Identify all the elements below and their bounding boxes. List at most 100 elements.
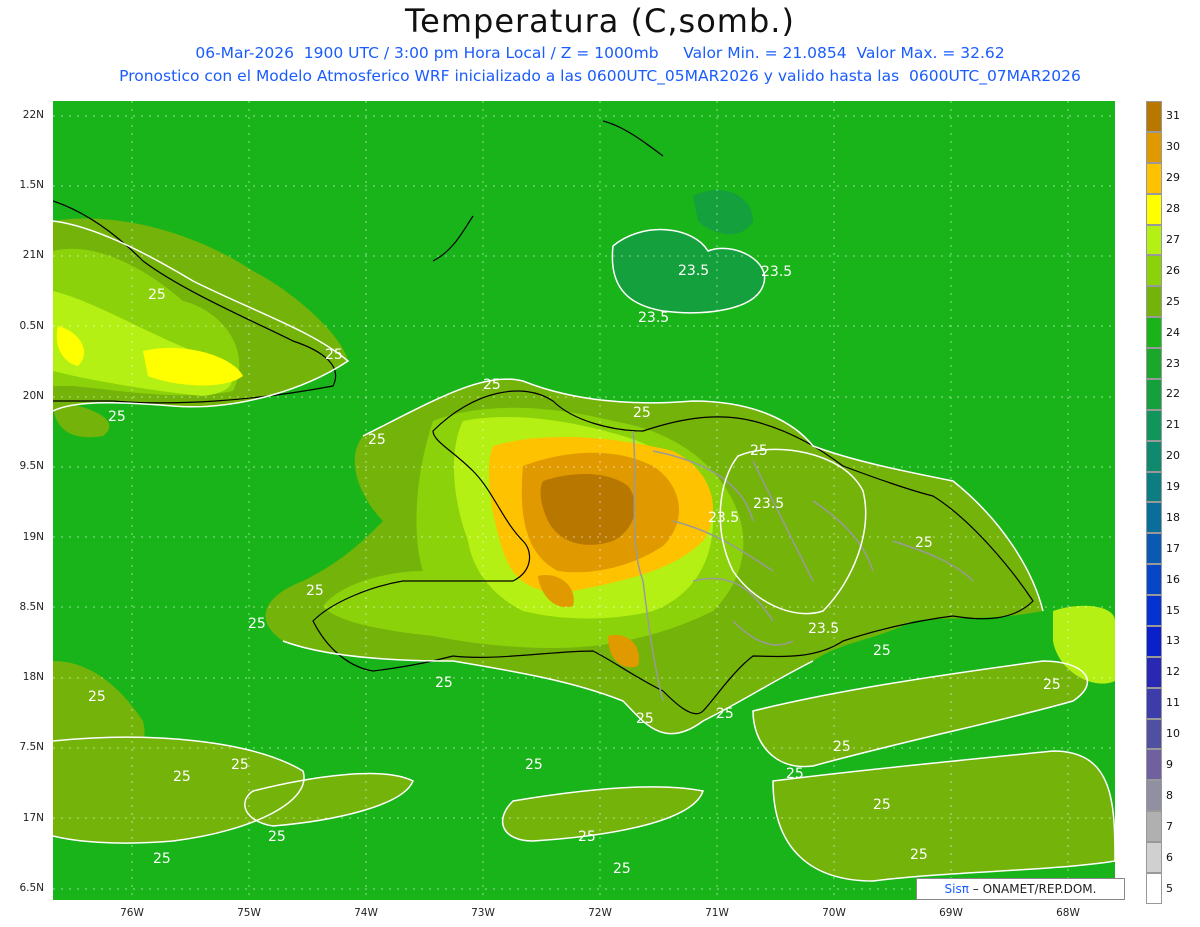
map-canvas: 25 25 25 25 25 25 25 25 25 25 25 25 25 2… <box>53 101 1115 900</box>
colorbar-swatch <box>1146 564 1162 595</box>
colorbar-swatch <box>1146 749 1162 781</box>
colorbar-swatch <box>1146 502 1162 534</box>
temperature-map: 25 25 25 25 25 25 25 25 25 25 25 25 25 2… <box>53 101 1115 900</box>
contour-label: 25 <box>910 847 928 863</box>
contour-label: 25 <box>578 829 596 845</box>
colorbar-swatch <box>1146 687 1162 719</box>
colorbar-swatch <box>1146 718 1162 750</box>
y-tick-label: 8.5N <box>19 601 44 613</box>
contour-label: 23.5 <box>761 264 792 280</box>
y-tick-label: 22N <box>22 109 44 121</box>
contour-label: 25 <box>435 675 453 691</box>
y-tick-label: 1.5N <box>19 179 44 191</box>
colorbar-swatch <box>1146 193 1162 225</box>
colorbar-label: 23 <box>1166 356 1180 370</box>
colorbar-label: 7 <box>1166 819 1173 833</box>
y-tick-label: 20N <box>22 390 44 402</box>
x-tick-label: 73W <box>471 907 495 919</box>
colorbar-swatch <box>1146 440 1162 472</box>
contour-label: 23.5 <box>808 621 839 637</box>
contour-label: 25 <box>483 377 501 393</box>
x-tick-label: 74W <box>354 907 378 919</box>
map-title: Temperatura (C,somb.) <box>405 2 795 40</box>
colorbar-label: 25 <box>1166 294 1180 308</box>
colorbar-label: 17 <box>1166 541 1180 555</box>
y-tick-label: 7.5N <box>19 741 44 753</box>
colorbar-swatch <box>1146 842 1162 873</box>
contour-label: 25 <box>173 769 191 785</box>
contour-label: 25 <box>148 287 166 303</box>
contour-label: 23.5 <box>678 263 709 279</box>
contour-label: 25 <box>88 689 106 705</box>
colorbar-label: 19 <box>1166 480 1180 494</box>
contour-label: 25 <box>873 643 891 659</box>
colorbar-label: 21 <box>1166 418 1180 432</box>
colorbar-label: 16 <box>1166 572 1180 586</box>
contour-label: 25 <box>716 706 734 722</box>
x-tick-label: 69W <box>939 907 963 919</box>
x-tick-label: 75W <box>237 907 261 919</box>
colorbar-swatch <box>1146 317 1162 348</box>
colorbar-label: 29 <box>1166 171 1180 185</box>
colorbar-swatch <box>1146 625 1162 657</box>
credit-box: Sisπ – ONAMET/REP.DOM. <box>916 878 1125 900</box>
colorbar-swatch <box>1146 780 1162 812</box>
colorbar-swatch <box>1146 101 1162 132</box>
colorbar-label: 15 <box>1166 603 1180 617</box>
x-tick-label: 71W <box>705 907 729 919</box>
y-tick-label: 0.5N <box>19 320 44 332</box>
colorbar-swatch <box>1146 471 1162 503</box>
contour-label: 25 <box>786 766 804 782</box>
colorbar-label: 30 <box>1166 140 1180 154</box>
y-tick-label: 19N <box>22 531 44 543</box>
colorbar-label: 6 <box>1166 850 1173 864</box>
contour-label: 25 <box>248 616 266 632</box>
contour-label: 25 <box>633 405 651 421</box>
contour-label: 25 <box>873 797 891 813</box>
contour-label: 25 <box>750 443 768 459</box>
colorbar-swatch <box>1146 811 1162 842</box>
y-tick-label: 21N <box>22 249 44 261</box>
contour-label: 25 <box>306 583 324 599</box>
x-tick-label: 72W <box>588 907 612 919</box>
colorbar-swatch <box>1146 162 1162 194</box>
y-tick-label: 6.5N <box>19 882 44 894</box>
colorbar-label: 18 <box>1166 510 1180 524</box>
credit-text: – ONAMET/REP.DOM. <box>972 882 1097 896</box>
y-tick-label: 17N <box>22 812 44 824</box>
colorbar-label: 31 <box>1166 109 1180 123</box>
sispi-logo-text: Sisπ <box>944 882 969 896</box>
colorbar-swatch <box>1146 286 1162 318</box>
colorbar-swatch <box>1146 533 1162 565</box>
contour-label: 23.5 <box>638 310 669 326</box>
colorbar-label: 10 <box>1166 727 1180 741</box>
colorbar-label: 11 <box>1166 696 1180 710</box>
colorbar-label: 9 <box>1166 758 1173 772</box>
colorbar-swatch <box>1146 348 1162 379</box>
colorbar-label: 12 <box>1166 665 1180 679</box>
colorbar-label: 8 <box>1166 788 1173 802</box>
contour-label: 25 <box>525 757 543 773</box>
contour-label: 25 <box>636 711 654 727</box>
contour-label: 25 <box>368 432 386 448</box>
x-tick-label: 68W <box>1056 907 1080 919</box>
contour-label: 25 <box>325 347 343 363</box>
x-tick-label: 70W <box>822 907 846 919</box>
contour-label: 25 <box>613 861 631 877</box>
colorbar-label: 24 <box>1166 325 1180 339</box>
contour-label: 23.5 <box>753 496 784 512</box>
contour-label: 25 <box>231 757 249 773</box>
contour-label: 25 <box>833 739 851 755</box>
y-tick-label: 9.5N <box>19 460 44 472</box>
colorbar-swatch <box>1146 595 1162 626</box>
colorbar-swatch <box>1146 224 1162 256</box>
colorbar-label: 20 <box>1166 449 1180 463</box>
colorbar-label: 13 <box>1166 634 1180 648</box>
colorbar-label: 5 <box>1166 881 1173 895</box>
y-tick-label: 18N <box>22 671 44 683</box>
contour-label: 25 <box>268 829 286 845</box>
colorbar-swatch <box>1146 255 1162 287</box>
colorbar-swatch <box>1146 409 1162 441</box>
header-line-2: Pronostico con el Modelo Atmosferico WRF… <box>119 67 1081 85</box>
colorbar <box>1146 101 1162 904</box>
